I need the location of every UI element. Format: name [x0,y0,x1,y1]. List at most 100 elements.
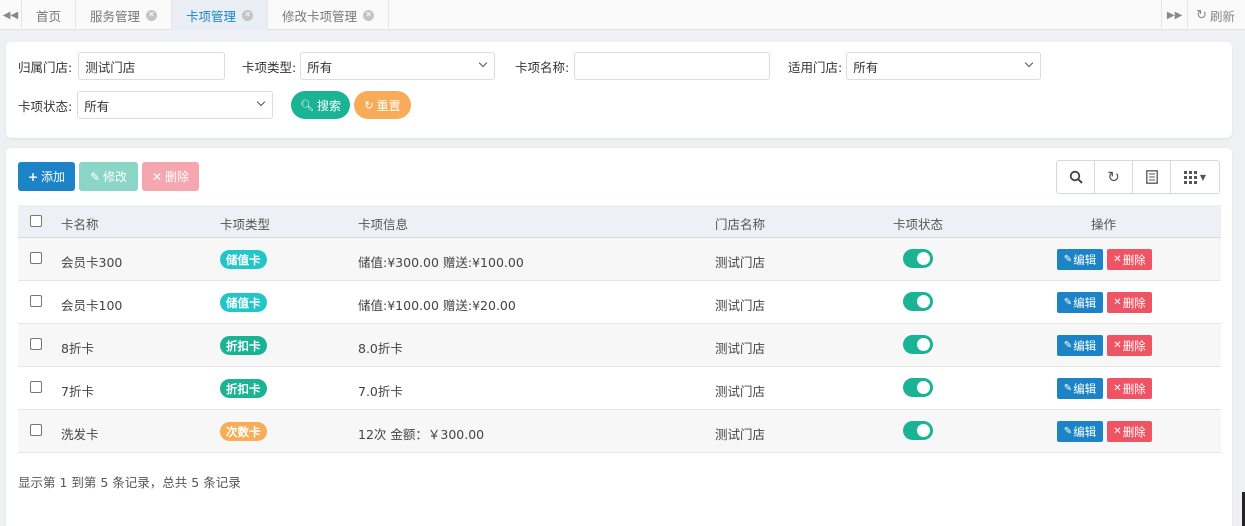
refresh-icon: ↻ [1196,7,1207,23]
card-info: 7.0折卡 [358,384,403,399]
row-checkbox[interactable] [30,381,42,393]
status-toggle[interactable] [903,249,933,268]
close-icon[interactable]: ✕ [363,9,375,21]
columns-dropdown-button[interactable]: ▼ [1171,161,1219,193]
tab-scroll-left-button[interactable]: ◀◀ [0,0,22,30]
edit-icon: ✎ [1063,254,1073,265]
table-row: 会员卡300 储值卡 储值:¥300.00 赠送:¥100.00 测试门店 ✎ 编… [18,238,1221,281]
store-field: 归属门店: 测试门店 [18,52,226,80]
delete-button-label: 删除 [165,170,190,184]
row-edit-button[interactable]: ✎ 编辑 [1057,421,1103,442]
refresh-label: 刷新 [1209,8,1235,24]
tab-scroll-right-button[interactable]: ▶▶ [1161,0,1187,30]
card-name-input[interactable] [574,52,771,80]
status-toggle[interactable] [903,292,933,311]
table-tools: ↻ ▼ [1056,160,1220,194]
store-name: 测试门店 [715,427,766,442]
store-name: 测试门店 [715,298,766,313]
store-input[interactable]: 测试门店 [78,52,226,80]
search-button[interactable]: 🔍︎ 搜索 [291,91,350,119]
card-info: 8.0折卡 [358,341,403,356]
search-icon [1069,170,1083,184]
close-icon[interactable]: ✕ [146,9,158,21]
toggle-view-button[interactable] [1133,161,1171,193]
header-card-name[interactable]: 卡名称 [61,214,99,233]
close-icon: ✕ [1113,297,1122,308]
refresh-icon: ↻ [364,98,374,112]
row-checkbox[interactable] [30,295,42,307]
header-card-type[interactable]: 卡项类型 [220,214,270,233]
tab-card-management[interactable]: 卡项管理 ✕ [172,0,269,30]
store-name: 测试门店 [715,341,766,356]
row-edit-button[interactable]: ✎ 编辑 [1057,249,1103,270]
row-delete-label: 删除 [1122,338,1146,353]
row-edit-button[interactable]: ✎ 编辑 [1057,292,1103,313]
row-delete-button[interactable]: ✕ 删除 [1107,421,1152,442]
row-delete-label: 删除 [1122,252,1146,267]
card-type-badge: 储值卡 [220,293,267,312]
row-delete-button[interactable]: ✕ 删除 [1107,292,1152,313]
status-toggle[interactable] [903,421,933,440]
list-icon [1145,170,1158,184]
header-store-name[interactable]: 门店名称 [715,214,765,233]
row-checkbox[interactable] [30,338,42,350]
applicable-store-label: 适用门店: [788,59,843,75]
close-icon: ✕ [1113,426,1122,437]
card-type-select-value: 所有 [307,59,333,75]
refresh-table-button[interactable]: ↻ [1095,161,1133,193]
edit-icon: ✎ [1063,383,1073,394]
status-toggle[interactable] [903,378,933,397]
card-status-select[interactable]: 所有 [77,91,274,119]
grid-icon [1183,170,1197,184]
edit-icon: ✎ [1063,426,1073,437]
header-card-info[interactable]: 卡项信息 [358,214,408,233]
applicable-store-select[interactable]: 所有 [846,52,1042,80]
row-checkbox[interactable] [30,424,42,436]
caret-down-icon: ▼ [1199,172,1207,182]
close-icon: ✕ [151,169,163,184]
header-card-status[interactable]: 卡项状态 [893,214,943,233]
tab-edit-card-management[interactable]: 修改卡项管理 ✕ [268,0,390,30]
store-name: 测试门店 [715,255,766,270]
tab-label: 首页 [36,8,62,24]
card-status-select-value: 所有 [84,98,110,114]
search-toggle-button[interactable] [1057,161,1095,193]
row-delete-button[interactable]: ✕ 删除 [1107,378,1152,399]
tab-label: 卡项管理 [186,8,237,24]
select-all-checkbox[interactable] [30,215,42,227]
row-edit-button[interactable]: ✎ 编辑 [1057,378,1103,399]
tab-service-management[interactable]: 服务管理 ✕ [76,0,173,30]
tab-label: 服务管理 [90,8,141,24]
edit-icon: ✎ [89,169,101,184]
delete-button[interactable]: ✕ 删除 [142,162,199,191]
card-type-badge: 储值卡 [220,250,267,269]
edit-button[interactable]: ✎ 修改 [79,162,138,191]
chevron-down-icon [256,97,266,107]
edit-icon: ✎ [1063,297,1073,308]
card-name: 7折卡 [61,384,94,399]
chevron-down-icon [1024,58,1034,68]
add-button-label: 添加 [41,170,66,184]
card-type-select[interactable]: 所有 [300,52,496,80]
card-type-badge: 折扣卡 [220,336,267,355]
card-type-badge: 折扣卡 [220,379,267,398]
card-info: 储值:¥100.00 赠送:¥20.00 [358,298,516,313]
card-name-field: 卡项名称: [515,52,771,80]
tab-bar: ◀◀ 首页 服务管理 ✕ 卡项管理 ✕ 修改卡项管理 ✕ ▶▶ ↻ 刷新 [0,0,1245,30]
tab-home[interactable]: 首页 [22,0,77,30]
close-icon[interactable]: ✕ [242,9,254,21]
row-edit-button[interactable]: ✎ 编辑 [1057,335,1103,356]
table-row: 会员卡100 储值卡 储值:¥100.00 赠送:¥20.00 测试门店 ✎ 编辑… [18,281,1221,324]
row-checkbox[interactable] [30,252,42,264]
close-icon: ✕ [1113,254,1122,265]
row-delete-button[interactable]: ✕ 删除 [1107,249,1152,270]
row-delete-button[interactable]: ✕ 删除 [1107,335,1152,356]
reset-button[interactable]: ↻ 重置 [354,91,411,119]
search-icon: 🔍︎ [300,98,314,112]
add-button[interactable]: + 添加 [18,162,75,191]
refresh-button[interactable]: ↻ 刷新 [1187,0,1245,30]
row-edit-label: 编辑 [1073,295,1097,310]
status-toggle[interactable] [903,335,933,354]
store-name: 测试门店 [715,384,766,399]
card-type-badge: 次数卡 [220,422,267,441]
